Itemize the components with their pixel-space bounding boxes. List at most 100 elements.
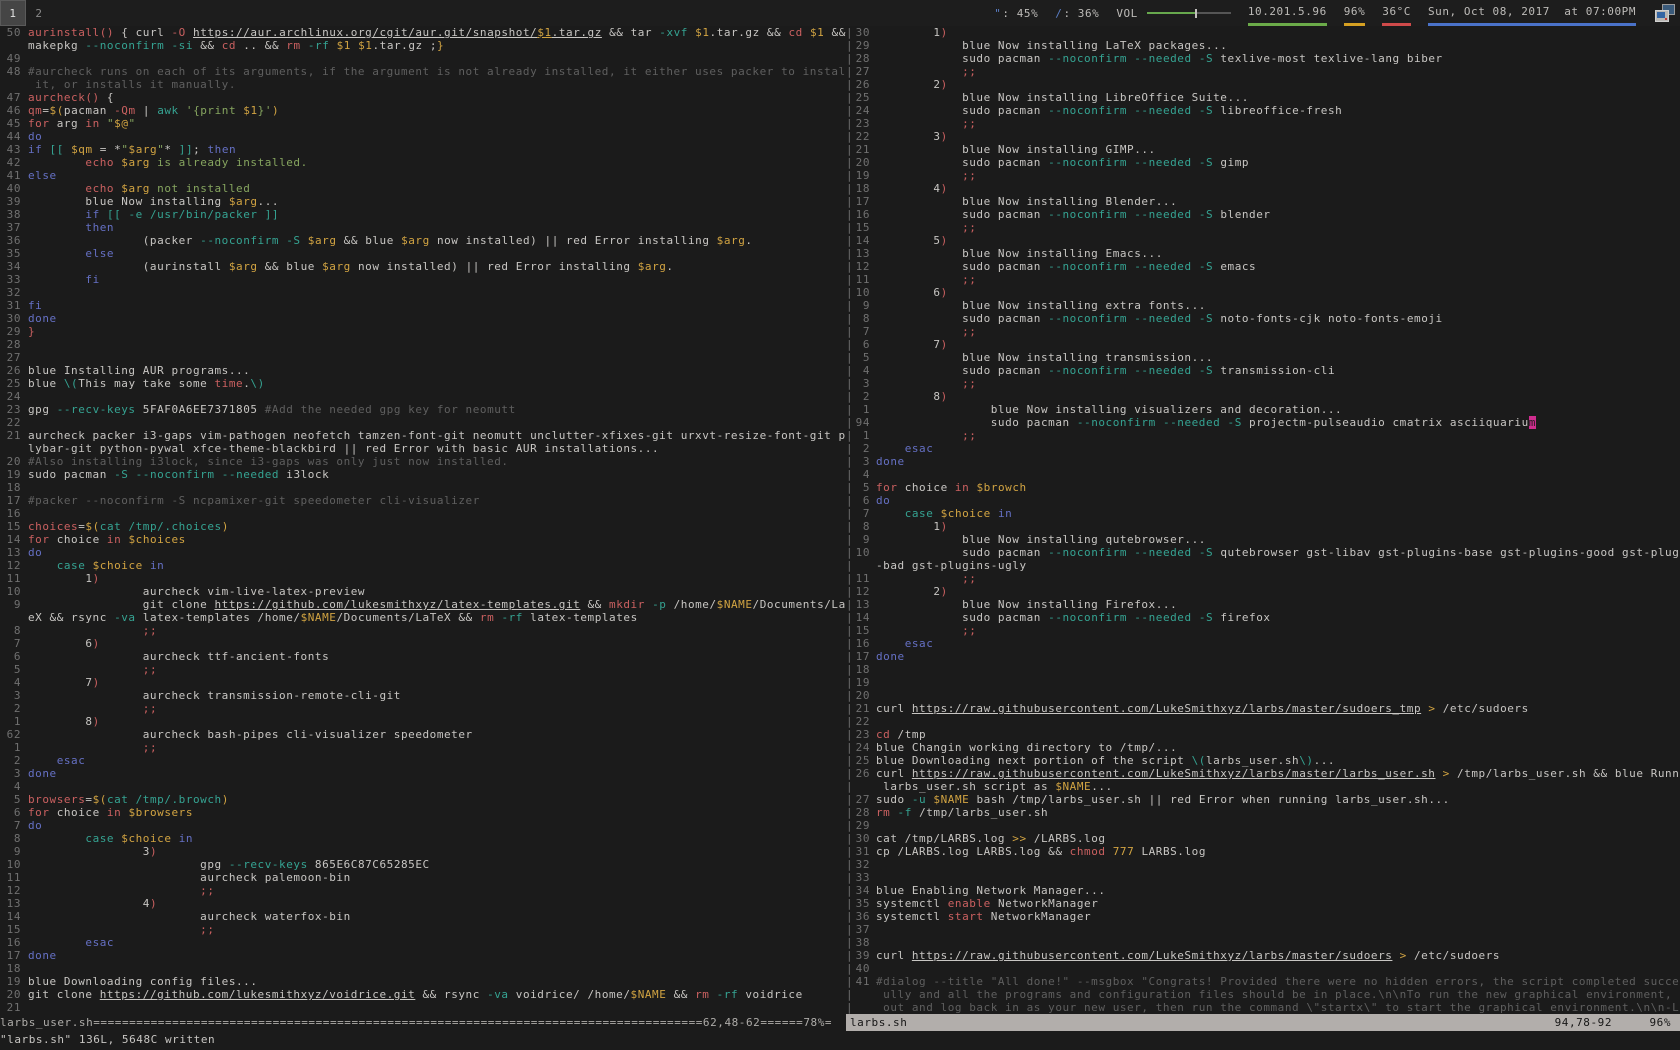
- vertical-split-separator: |: [846, 429, 854, 442]
- code-line: 42 echo $arg is already installed.: [0, 156, 846, 169]
- code-text: #Also installing i3lock, since i3-gaps w…: [28, 455, 846, 468]
- line-number: 3: [854, 455, 870, 468]
- vertical-split-separator: |: [846, 988, 854, 1001]
- workspace-button-1[interactable]: 1: [0, 0, 26, 26]
- code-text: if [[ -e /usr/bin/packer ]]: [28, 208, 846, 221]
- line-number: 3: [854, 377, 870, 390]
- code-line: |41#dialog --title "All done!" --msgbox …: [846, 975, 1680, 988]
- code-text: ;;: [28, 923, 846, 936]
- monitor-red-dot-icon: [1665, 18, 1667, 20]
- line-number: 2: [854, 442, 870, 455]
- vertical-split-separator: |: [846, 806, 854, 819]
- line-number: 35: [0, 247, 21, 260]
- workspace-button-2[interactable]: 2: [26, 0, 52, 26]
- code-line: |14 5): [846, 234, 1680, 247]
- code-line: |28 sudo pacman --noconfirm --needed -S …: [846, 52, 1680, 65]
- pane-larbs-user-sh[interactable]: 50aurinstall() { curl -O https://aur.arc…: [0, 26, 846, 1014]
- vertical-split-separator: |: [846, 78, 854, 91]
- code-text: 8): [28, 715, 846, 728]
- code-text: git clone https://github.com/lukesmithxy…: [28, 988, 846, 1001]
- vertical-split-separator: |: [846, 702, 854, 715]
- code-line: |4: [846, 468, 1680, 481]
- code-text: blue Now installing LibreOffice Suite...: [876, 91, 1680, 104]
- code-line: |8 1): [846, 520, 1680, 533]
- vertical-split-separator: |: [846, 273, 854, 286]
- line-number: 20: [854, 689, 870, 702]
- code-text: blue Changin working directory to /tmp/.…: [876, 741, 1680, 754]
- code-line: makepkg --noconfirm -si && cd .. && rm -…: [0, 39, 846, 52]
- line-number: 13: [854, 247, 870, 260]
- code-text: blue Now installing visualizers and deco…: [876, 403, 1680, 416]
- code-line: |16 sudo pacman --noconfirm --needed -S …: [846, 208, 1680, 221]
- tray-monitor-icon[interactable]: [1655, 4, 1675, 22]
- volume-block: VOL: [1116, 0, 1231, 26]
- code-line: |25blue Downloading next portion of the …: [846, 754, 1680, 767]
- code-text: blue Now installing extra fonts...: [876, 299, 1680, 312]
- line-number: 18: [0, 481, 21, 494]
- line-number: 42: [0, 156, 21, 169]
- code-text: [876, 715, 1680, 728]
- line-number: 14: [0, 533, 21, 546]
- code-text: curl https://raw.githubusercontent.com/L…: [876, 949, 1680, 962]
- line-number: 16: [854, 208, 870, 221]
- line-number: [854, 780, 870, 793]
- code-text: sudo pacman --noconfirm --needed -S qute…: [876, 546, 1680, 559]
- vertical-split-separator: |: [846, 325, 854, 338]
- code-text: -bad gst-plugins-ugly: [876, 559, 1680, 572]
- line-number: 26: [854, 767, 870, 780]
- code-line: |18 4): [846, 182, 1680, 195]
- code-text: then: [28, 221, 846, 234]
- line-number: 9: [0, 598, 21, 611]
- vertical-split-separator: |: [846, 962, 854, 975]
- monitor-front-window-icon: [1655, 10, 1669, 22]
- vertical-split-separator: |: [846, 676, 854, 689]
- code-text: ;;: [28, 663, 846, 676]
- line-number: 30: [0, 312, 21, 325]
- line-number: 50: [0, 26, 21, 39]
- vertical-split-separator: |: [846, 741, 854, 754]
- line-number: 17: [854, 195, 870, 208]
- code-line: |11 ;;: [846, 572, 1680, 585]
- code-line: |25 blue Now installing LibreOffice Suit…: [846, 91, 1680, 104]
- code-text: [28, 338, 846, 351]
- vertical-split-separator: |: [846, 221, 854, 234]
- code-text: ;;: [876, 325, 1680, 338]
- code-text: do: [876, 494, 1680, 507]
- code-line: |36systemctl start NetworkManager: [846, 910, 1680, 923]
- code-line: |13 blue Now installing Firefox...: [846, 598, 1680, 611]
- code-line: 14 aurcheck waterfox-bin: [0, 910, 846, 923]
- line-number: 28: [0, 338, 21, 351]
- home-usage-label: : 45%: [1002, 7, 1038, 20]
- code-line: |20 sudo pacman --noconfirm --needed -S …: [846, 156, 1680, 169]
- vertical-split-separator: |: [846, 572, 854, 585]
- code-line: |2 esac: [846, 442, 1680, 455]
- vertical-split-separator: |: [846, 260, 854, 273]
- disk-icon: /: [1055, 7, 1062, 20]
- code-line: 4 7): [0, 676, 846, 689]
- line-number: 16: [0, 936, 21, 949]
- line-number: 38: [0, 208, 21, 221]
- code-text: blue Installing AUR programs...: [28, 364, 846, 377]
- line-number: 21: [854, 702, 870, 715]
- code-text: else: [28, 247, 846, 260]
- code-text: }: [28, 325, 846, 338]
- code-line: |29: [846, 819, 1680, 832]
- line-number: 10: [0, 858, 21, 871]
- line-number: 2: [0, 702, 21, 715]
- code-line: 9 git clone https://github.com/lukesmith…: [0, 598, 846, 611]
- code-text: blue Now installing Firefox...: [876, 598, 1680, 611]
- code-line: |12 2): [846, 585, 1680, 598]
- code-text: 4): [28, 897, 846, 910]
- pane-larbs-sh[interactable]: |30 1)|29 blue Now installing LaTeX pack…: [846, 26, 1680, 1014]
- vertical-split-separator: |: [846, 689, 854, 702]
- code-line: |29 blue Now installing LaTeX packages..…: [846, 39, 1680, 52]
- code-line: |16 esac: [846, 637, 1680, 650]
- vertical-split-separator: |: [846, 104, 854, 117]
- code-text: cat /tmp/LARBS.log >> /LARBS.log: [876, 832, 1680, 845]
- code-line: |6do: [846, 494, 1680, 507]
- code-line: 11 1): [0, 572, 846, 585]
- volume-slider[interactable]: [1147, 9, 1231, 18]
- vertical-split-separator: |: [846, 195, 854, 208]
- vertical-split-separator: |: [846, 26, 854, 39]
- code-line: |24 sudo pacman --noconfirm --needed -S …: [846, 104, 1680, 117]
